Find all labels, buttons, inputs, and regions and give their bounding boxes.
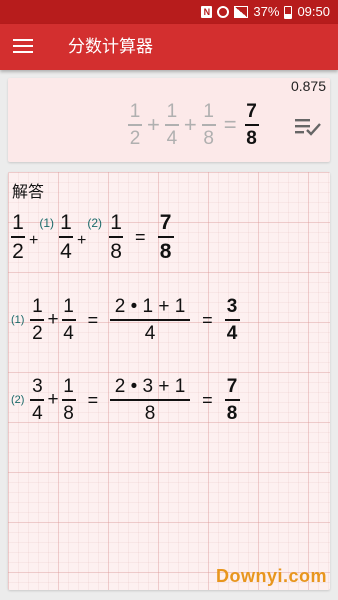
- fraction: 1 2: [11, 211, 25, 263]
- step-row: (2) 3 4 + 1 8 = 2 • 3 + 1 8 = 7 8: [11, 377, 240, 423]
- alarm-icon: [217, 6, 230, 18]
- expanded-fraction: 2 • 3 + 1 8: [110, 377, 191, 423]
- expression-input[interactable]: 1 2 + 1 4 + 1 8 = 7 8: [128, 100, 259, 150]
- app-title: 分数计算器: [68, 37, 153, 56]
- result-fraction: 7 8: [157, 212, 174, 262]
- answer-card: 解答 1 2 + (1) 1 4 + (2) 1 8 = 7 8 (1) 1 2…: [8, 172, 330, 590]
- input-card[interactable]: 0.875 1 2 + 1 4 + 1 8 = 7 8: [8, 78, 330, 162]
- status-bar: N 37% 09:50: [0, 0, 338, 24]
- watermark: Downyi.com: [216, 566, 328, 586]
- equals-operator: =: [87, 389, 99, 410]
- plus-operator: +: [77, 232, 87, 249]
- fraction: 1 4: [59, 211, 74, 263]
- plus-operator: +: [47, 309, 59, 330]
- plus-operator: +: [47, 389, 59, 410]
- app-bar: 分数计算器: [0, 24, 338, 70]
- plus-operator: +: [29, 232, 39, 249]
- signal-icon: [234, 6, 249, 18]
- result-fraction: 7 8: [244, 101, 259, 149]
- fraction: 1 8: [201, 101, 216, 149]
- result-fraction: 3 4: [224, 297, 240, 343]
- battery-percent: 37%: [253, 4, 280, 19]
- fraction: 1 2: [128, 101, 142, 149]
- fraction: 1 4: [61, 296, 76, 344]
- decimal-result: 0.875: [290, 78, 326, 94]
- fraction: 1 8: [109, 211, 124, 263]
- overview-row: 1 2 + (1) 1 4 + (2) 1 8 = 7 8: [11, 212, 174, 262]
- plus-operator: +: [183, 112, 197, 137]
- answer-label: 解答: [12, 184, 45, 201]
- plus-operator: +: [147, 112, 160, 137]
- equals-operator: =: [202, 389, 213, 410]
- step-marker: (2): [87, 216, 103, 230]
- fraction: 1 8: [61, 376, 76, 424]
- step-marker: (2): [11, 394, 25, 406]
- step-marker: (1): [39, 216, 55, 230]
- equals-operator: =: [202, 309, 213, 330]
- equals-operator: =: [87, 309, 99, 330]
- nfc-icon: N: [201, 6, 213, 18]
- equals-operator: =: [135, 226, 146, 247]
- equals-operator: =: [223, 112, 237, 137]
- fraction: 1 2: [30, 296, 45, 344]
- fraction: 3 4: [30, 376, 45, 424]
- step-row: (1) 1 2 + 1 4 = 2 • 1 + 1 4 = 3 4: [11, 297, 240, 343]
- clock: 09:50: [297, 4, 330, 19]
- fraction: 1 4: [164, 101, 179, 149]
- result-fraction: 7 8: [224, 377, 240, 423]
- hamburger-menu-icon[interactable]: [13, 38, 33, 54]
- list-check-icon[interactable]: [295, 118, 321, 136]
- step-marker: (1): [11, 314, 25, 326]
- expanded-fraction: 2 • 1 + 1 4: [110, 297, 191, 343]
- battery-icon: [284, 5, 293, 19]
